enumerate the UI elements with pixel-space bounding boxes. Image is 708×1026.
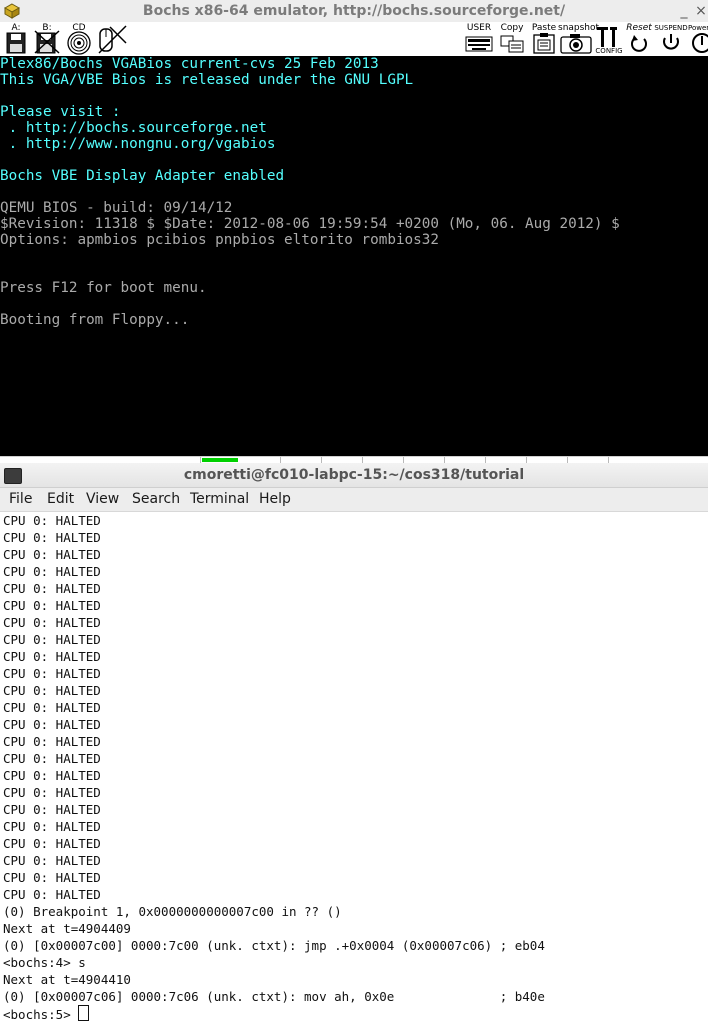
vga-text-line: Bochs VBE Display Adapter enabled xyxy=(0,168,285,184)
reset-icon xyxy=(631,35,647,52)
floppy-b-button[interactable]: B: xyxy=(34,23,60,55)
terminal-prompt-line[interactable]: <bochs:5> xyxy=(3,1005,90,1022)
vga-text-line: Options: apmbios pcibios pnpbios eltorit… xyxy=(0,232,439,248)
terminal-line: (0) [0x00007c00] 0000:7c00 (unk. ctxt): … xyxy=(3,938,545,953)
terminal-line: Next at t=4904410 xyxy=(3,972,131,987)
vga-text-line: Press F12 for boot menu. xyxy=(0,280,207,296)
snapshot-button[interactable]: snapshot xyxy=(558,23,599,55)
menu-terminal[interactable]: Terminal xyxy=(190,491,249,507)
vga-text-line: . http://bochs.sourceforge.net xyxy=(0,120,267,136)
terminal-line: CPU 0: HALTED xyxy=(3,564,101,579)
terminal-titlebar: cmoretti@fc010-labpc-15:~/cos318/tutoria… xyxy=(0,463,708,488)
minimize-icon[interactable]: _ xyxy=(677,2,691,20)
vga-text-line: QEMU BIOS - build: 09/14/12 xyxy=(0,200,233,216)
suspend-icon xyxy=(663,34,679,50)
copy-icon xyxy=(500,35,524,53)
terminal-line: CPU 0: HALTED xyxy=(3,632,101,647)
mouse-disabled-icon xyxy=(98,25,127,54)
menu-file[interactable]: File xyxy=(9,491,32,507)
vga-display[interactable]: Plex86/Bochs VGABios current-cvs 25 Feb … xyxy=(0,56,708,456)
menu-edit[interactable]: Edit xyxy=(47,491,74,507)
vga-text-line: $Revision: 11318 $ $Date: 2012-08-06 19:… xyxy=(0,216,620,232)
terminal-line: CPU 0: HALTED xyxy=(3,785,101,800)
terminal-line: CPU 0: HALTED xyxy=(3,581,101,596)
terminal-line: CPU 0: HALTED xyxy=(3,598,101,613)
camera-icon xyxy=(560,34,592,54)
terminal-prompt: <bochs:5> xyxy=(3,1007,79,1022)
copy-button[interactable]: Copy xyxy=(498,23,526,55)
terminal-line: CPU 0: HALTED xyxy=(3,513,101,528)
menu-view[interactable]: View xyxy=(86,491,119,507)
paste-icon xyxy=(533,33,555,54)
terminal-line: CPU 0: HALTED xyxy=(3,751,101,766)
window-title: Bochs x86-64 emulator, http://bochs.sour… xyxy=(142,3,566,19)
vga-text-line: Booting from Floppy... xyxy=(0,312,190,328)
terminal-line: CPU 0: HALTED xyxy=(3,700,101,715)
text-cursor xyxy=(78,1005,90,1021)
terminal-line: <bochs:4> s xyxy=(3,955,86,970)
terminal-line: CPU 0: HALTED xyxy=(3,615,101,630)
vga-text-line: Plex86/Bochs VGABios current-cvs 25 Feb … xyxy=(0,56,379,72)
terminal-line: CPU 0: HALTED xyxy=(3,853,101,868)
floppy-disabled-icon xyxy=(34,30,60,54)
paste-button[interactable]: Paste xyxy=(530,23,558,55)
terminal-line: CPU 0: HALTED xyxy=(3,870,101,885)
menu-search[interactable]: Search xyxy=(132,491,180,507)
floppy-icon xyxy=(6,32,26,54)
vga-text-line: This VGA/VBE Bios is released under the … xyxy=(0,72,414,88)
terminal-output[interactable]: CPU 0: HALTED CPU 0: HALTED CPU 0: HALTED C… xyxy=(0,512,708,1026)
terminal-line: CPU 0: HALTED xyxy=(3,887,101,902)
keyboard-icon xyxy=(465,36,493,52)
cdrom-button[interactable]: CD xyxy=(64,23,94,55)
terminal-line: CPU 0: HALTED xyxy=(3,547,101,562)
terminal-line: CPU 0: HALTED xyxy=(3,768,101,783)
terminal-line: CPU 0: HALTED xyxy=(3,717,101,732)
status-led xyxy=(202,458,238,462)
bochs-statusbar xyxy=(0,456,708,463)
terminal-menubar: File Edit View Search Terminal Help xyxy=(0,488,708,512)
terminal-line: (0) [0x00007c06] 0000:7c06 (unk. ctxt): … xyxy=(3,989,545,1004)
cdrom-icon xyxy=(67,31,91,55)
terminal-line: Next at t=4904409 xyxy=(3,921,131,936)
mouse-capture-button[interactable] xyxy=(96,23,128,55)
terminal-line: CPU 0: HALTED xyxy=(3,666,101,681)
terminal-line: CPU 0: HALTED xyxy=(3,802,101,817)
close-icon[interactable]: × xyxy=(694,2,708,20)
terminal-line: CPU 0: HALTED xyxy=(3,649,101,664)
terminal-line: CPU 0: HALTED xyxy=(3,734,101,749)
bochs-toolbar: A: B: CD USER Copy Paste snapshot CONFIG… xyxy=(0,22,708,56)
terminal-line: CPU 0: HALTED xyxy=(3,530,101,545)
power-icon xyxy=(692,33,708,53)
terminal-title: cmoretti@fc010-labpc-15:~/cos318/tutoria… xyxy=(183,467,525,483)
terminal-line: CPU 0: HALTED xyxy=(3,683,101,698)
bochs-titlebar: Bochs x86-64 emulator, http://bochs.sour… xyxy=(0,0,708,23)
power-button[interactable]: Power xyxy=(688,23,708,55)
vga-text-line: Please visit : xyxy=(0,104,121,120)
reset-button[interactable]: Reset xyxy=(624,23,654,55)
user-button[interactable]: USER xyxy=(464,23,494,55)
config-label: CONFIG xyxy=(595,47,623,55)
floppy-a-button[interactable]: A: xyxy=(4,23,28,55)
vga-text-line: . http://www.nongnu.org/vgabios xyxy=(0,136,276,152)
terminal-line: CPU 0: HALTED xyxy=(3,819,101,834)
config-button[interactable]: CONFIG xyxy=(594,23,624,55)
menu-help[interactable]: Help xyxy=(259,491,291,507)
terminal-line: CPU 0: HALTED xyxy=(3,836,101,851)
suspend-button[interactable]: SUSPEND xyxy=(654,23,688,55)
terminal-line: (0) Breakpoint 1, 0x0000000000007c00 in … xyxy=(3,904,342,919)
